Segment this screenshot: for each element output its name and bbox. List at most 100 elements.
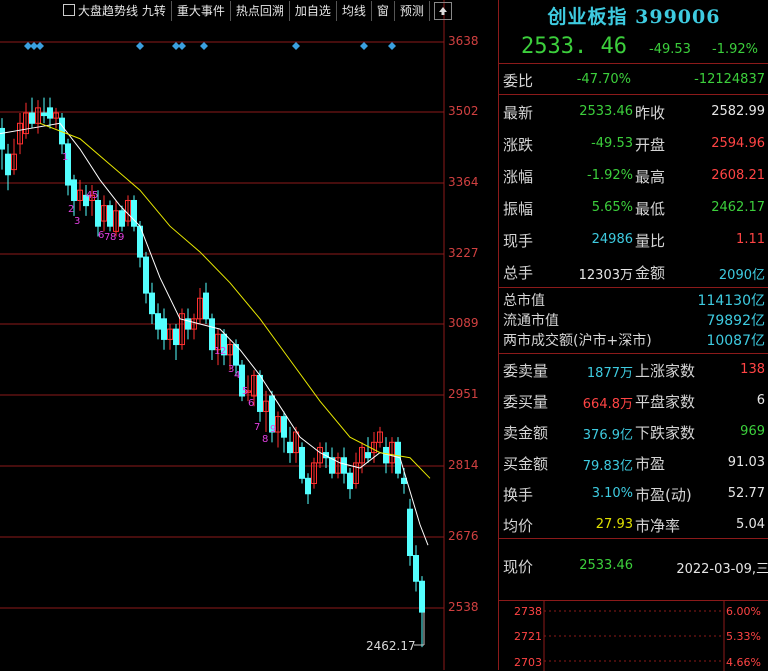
candle-body xyxy=(287,441,293,454)
collapse-up-icon[interactable] xyxy=(433,2,452,20)
candle-body xyxy=(203,292,209,320)
market-value: 79892亿 xyxy=(706,313,765,329)
stat-label: 买金额 xyxy=(503,455,549,473)
stat-value: 3.10% xyxy=(591,486,633,501)
stat-row: 买金额 79.83亿 市盈 91.03 xyxy=(499,447,768,479)
mini-intraday-chart[interactable]: 2738 2721 2703 6.00% 5.33% 4.66% xyxy=(498,600,768,671)
ma-long-line xyxy=(39,122,431,479)
kline-svg[interactable]: 1234 56 7 8 91 234567892462.17 xyxy=(0,0,498,670)
candle-body xyxy=(305,477,311,495)
quote-value: 1.11 xyxy=(736,232,765,247)
kline-chart[interactable]: 1 2 3 4 5 6 7 8 9 1 2 3 4 5 6 7 8 9 2462.17 大盘趋势线 九转 重大事件 … xyxy=(0,0,498,670)
price-axis-tick: 2676 xyxy=(448,529,479,543)
candle-body xyxy=(419,580,425,613)
quote-value: 2462.17 xyxy=(711,200,765,215)
weibi-label: 委比 xyxy=(503,72,534,90)
candle-body xyxy=(257,374,263,412)
candle-body xyxy=(413,555,419,582)
candle-body xyxy=(41,112,47,117)
stat-value: 91.03 xyxy=(727,455,765,470)
now-row: 现价 2533.46 2022-03-09,三 xyxy=(499,552,768,584)
candle-body xyxy=(143,256,149,294)
stat-value: 376.9亿 xyxy=(582,428,633,443)
quote-label: 最新 xyxy=(503,104,534,122)
nine-turn-label: 5 xyxy=(242,386,248,397)
candle-body xyxy=(299,446,305,479)
stat-row: 换手 3.10% 市盈(动) 52.77 xyxy=(499,478,768,510)
forecast-button[interactable]: 预测 xyxy=(395,1,430,21)
stat-label: 均价 xyxy=(503,517,534,535)
market-value: 114130亿 xyxy=(697,293,765,309)
event-marker xyxy=(360,42,368,50)
event-marker xyxy=(178,42,186,50)
event-marker xyxy=(292,42,300,50)
event-marker xyxy=(136,42,144,50)
event-marker xyxy=(36,42,44,50)
checkbox-icon[interactable] xyxy=(63,4,75,16)
hotspot-button[interactable]: 热点回溯 xyxy=(231,1,290,21)
price-axis-tick: 3638 xyxy=(448,34,479,48)
mini-pct-tick: 5.33% xyxy=(726,630,761,643)
market-row: 总市值 114130亿 xyxy=(499,290,768,309)
stat-value: 79.83亿 xyxy=(582,459,633,474)
candle-body xyxy=(161,318,167,340)
divider xyxy=(499,63,768,64)
price-axis-tick: 3227 xyxy=(448,246,479,260)
nine-turn-label: 9 xyxy=(118,232,124,243)
quote-label: 最高 xyxy=(635,168,666,186)
now-label: 现价 xyxy=(503,558,534,576)
market-label: 两市成交额(沪市+深市) xyxy=(503,333,652,349)
quote-label: 金额 xyxy=(635,264,666,282)
stat-row: 均价 27.93 市净率 5.04 xyxy=(499,509,768,541)
quote-label: 现手 xyxy=(503,232,534,250)
quote-row: 涨跌 -49.53 开盘 2594.96 xyxy=(499,128,768,160)
nine-turn-label: 8 xyxy=(262,434,268,445)
weibi-pct: -47.70% xyxy=(576,72,631,87)
quote-label: 振幅 xyxy=(503,200,534,218)
stat-label: 委买量 xyxy=(503,393,549,411)
candle-body xyxy=(155,313,161,330)
nine-turn-label: 2 xyxy=(220,346,226,357)
quote-value: -49.53 xyxy=(591,136,633,151)
quote-row: 最新 2533.46 昨收 2582.99 xyxy=(499,96,768,128)
ma-button[interactable]: 均线 xyxy=(337,1,372,21)
quote-value: 2594.96 xyxy=(711,136,765,151)
quote-label: 开盘 xyxy=(635,136,666,154)
stat-label: 市盈 xyxy=(635,455,666,473)
nine-turn-label: 4 xyxy=(234,370,240,381)
index-title: 创业板指 399006 xyxy=(547,6,721,28)
events-button[interactable]: 重大事件 xyxy=(172,1,231,21)
stat-value: 969 xyxy=(740,424,765,439)
mini-y-tick: 2703 xyxy=(514,656,542,669)
quote-value: 5.65% xyxy=(591,200,633,215)
trend-toggle[interactable]: 大盘趋势线 九转 xyxy=(58,1,172,21)
stat-value: 52.77 xyxy=(727,486,765,501)
quote-label: 涨跌 xyxy=(503,136,534,154)
quote-label: 最低 xyxy=(635,200,666,218)
candle-body xyxy=(149,292,155,315)
window-button[interactable]: 窗 xyxy=(372,1,395,21)
current-price: 2533. 46 xyxy=(521,34,627,59)
chart-toolbar: 大盘趋势线 九转 重大事件 热点回溯 加自选 均线 窗 预测 xyxy=(58,0,452,22)
now-value: 2533.46 xyxy=(579,558,633,573)
stat-value: 6 xyxy=(756,393,765,408)
nine-turn-label: 2 xyxy=(68,204,74,215)
stat-label: 换手 xyxy=(503,486,534,504)
nine-turn-label: 7 xyxy=(254,422,260,433)
divider xyxy=(499,94,768,95)
stat-value: 27.93 xyxy=(595,517,633,532)
add-watchlist-button[interactable]: 加自选 xyxy=(290,1,337,21)
trend-label: 大盘趋势线 九转 xyxy=(78,4,166,18)
candle-body xyxy=(47,107,53,119)
quote-value: 24986 xyxy=(591,232,633,247)
stat-label: 市净率 xyxy=(635,517,681,535)
price-axis-tick: 2951 xyxy=(448,387,479,401)
quote-value: 2582.99 xyxy=(711,104,765,119)
candle-body xyxy=(0,127,5,150)
candle-body xyxy=(71,179,77,201)
price-axis-tick: 3502 xyxy=(448,104,479,118)
candle-body xyxy=(407,508,413,557)
divider xyxy=(499,538,768,539)
candle-body xyxy=(29,112,35,124)
quote-value: -1.92% xyxy=(587,168,633,183)
